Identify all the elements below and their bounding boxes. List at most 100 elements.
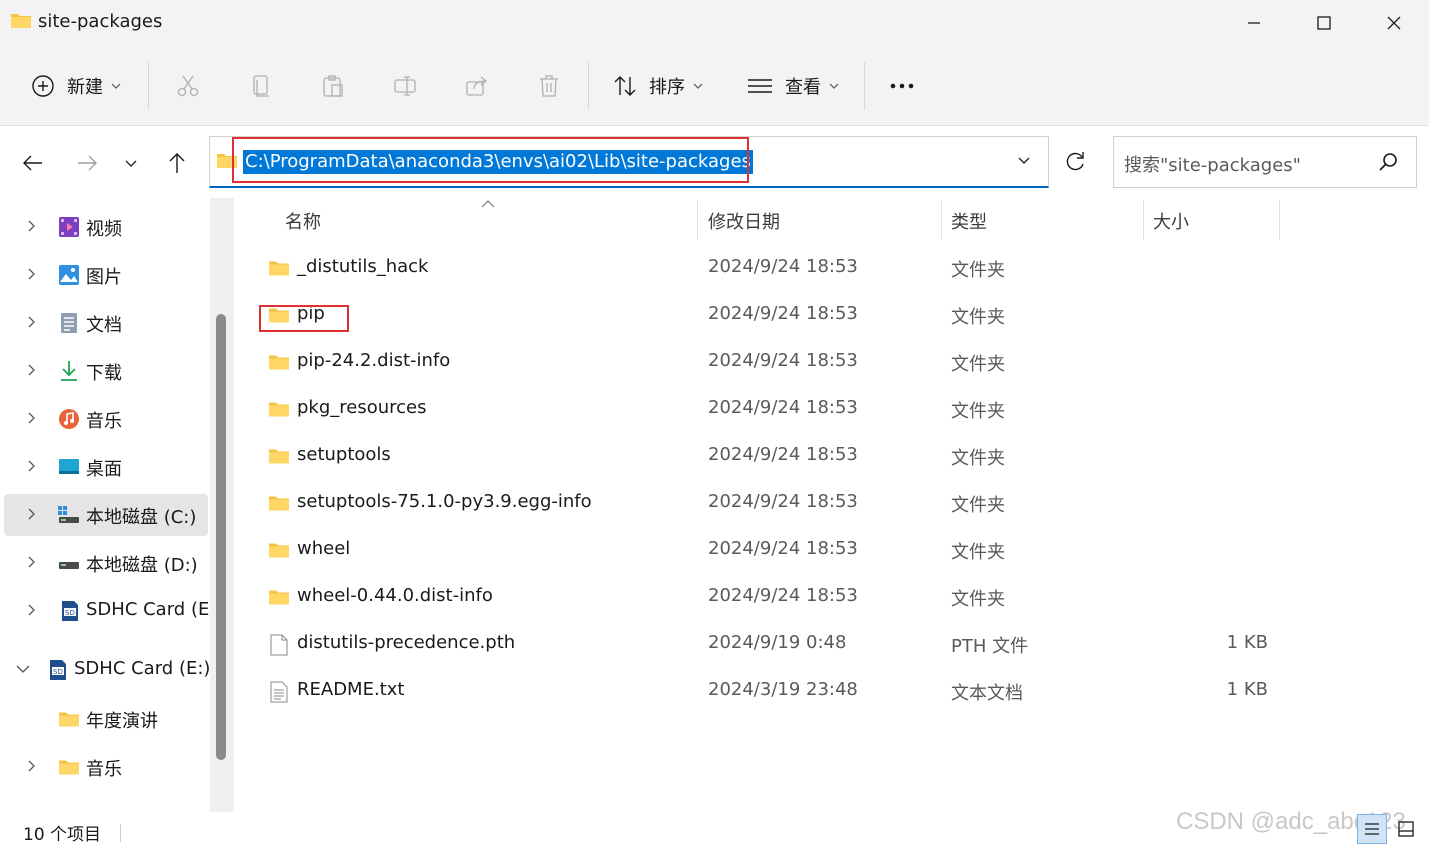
item-count: 10 个项目 xyxy=(23,825,102,845)
paste-button[interactable] xyxy=(321,68,345,104)
command-bar: 新建 排序 查看 xyxy=(0,46,1429,126)
folder-icon xyxy=(268,541,290,559)
back-button[interactable] xyxy=(18,148,48,178)
view-label: 查看 xyxy=(785,77,821,98)
chevron-right-icon[interactable] xyxy=(26,363,36,377)
sidebar-item-music-folder[interactable]: 音乐 xyxy=(4,746,208,788)
sort-icon xyxy=(614,76,636,96)
file-row[interactable]: pkg_resources 2024/9/24 18:53 文件夹 xyxy=(235,387,1429,434)
minimize-icon xyxy=(1248,22,1260,24)
file-type: 文件夹 xyxy=(951,495,1005,516)
sidebar-item-pictures[interactable]: 图片 xyxy=(4,254,208,296)
text-file-icon xyxy=(270,681,292,703)
chevron-right-icon[interactable] xyxy=(26,459,36,473)
sidebar-item-label: 本地磁盘 (D:) xyxy=(86,555,198,576)
file-name: setuptools-75.1.0-py3.9.egg-info xyxy=(297,491,592,512)
chevron-right-icon[interactable] xyxy=(26,555,36,569)
file-row[interactable]: README.txt 2024/3/19 23:48 文本文档 1 KB xyxy=(235,669,1429,716)
chevron-right-icon[interactable] xyxy=(26,759,36,773)
column-header-date[interactable]: 修改日期 xyxy=(708,208,780,234)
recent-locations-button[interactable] xyxy=(116,148,146,178)
more-options-button[interactable] xyxy=(889,68,917,104)
details-view-button[interactable] xyxy=(1357,814,1387,844)
maximize-button[interactable] xyxy=(1289,0,1359,46)
column-divider[interactable] xyxy=(1279,200,1280,240)
delete-button[interactable] xyxy=(537,68,561,104)
file-row[interactable]: pip 2024/9/24 18:53 文件夹 xyxy=(235,293,1429,340)
file-date: 2024/3/19 23:48 xyxy=(708,679,858,700)
file-list: 名称 修改日期 类型 大小 _distutils_hack 2024/9/24 1… xyxy=(235,198,1429,812)
file-name: wheel xyxy=(297,538,351,559)
sidebar-item-videos[interactable]: 视频 xyxy=(4,206,208,248)
cut-button[interactable] xyxy=(176,68,200,104)
address-highlight-box xyxy=(232,137,749,183)
file-row[interactable]: setuptools-75.1.0-py3.9.egg-info 2024/9/2… xyxy=(235,481,1429,528)
sidebar-item-annual-speech[interactable]: 年度演讲 xyxy=(4,698,208,740)
search-placeholder[interactable]: 搜索"site-packages" xyxy=(1124,151,1301,177)
column-header-type[interactable]: 类型 xyxy=(951,208,987,234)
column-divider[interactable] xyxy=(1143,200,1144,240)
close-icon xyxy=(1387,16,1401,30)
up-button[interactable] xyxy=(162,148,192,178)
sidebar-scrollbar-thumb[interactable] xyxy=(216,314,226,760)
new-label: 新建 xyxy=(67,77,103,98)
rename-button[interactable] xyxy=(393,68,417,104)
column-divider[interactable] xyxy=(697,200,698,240)
sidebar-item-music[interactable]: 音乐 xyxy=(4,398,208,440)
chevron-right-icon[interactable] xyxy=(26,507,36,521)
sidebar-item-downloads[interactable]: 下载 xyxy=(4,350,208,392)
minimize-button[interactable] xyxy=(1219,0,1289,46)
sidebar-item-documents[interactable]: 文档 xyxy=(4,302,208,344)
folder-icon xyxy=(59,712,79,727)
copy-button[interactable] xyxy=(249,68,273,104)
sidebar-item-sdhc-card[interactable]: SD SDHC Card (E: xyxy=(4,590,215,632)
chevron-down-icon[interactable] xyxy=(16,664,30,674)
svg-text:SD: SD xyxy=(65,609,75,617)
chevron-right-icon[interactable] xyxy=(26,315,36,329)
sidebar-item-local-disk-d[interactable]: 本地磁盘 (D:) xyxy=(4,542,208,584)
file-type: 文件夹 xyxy=(951,260,1005,281)
sidebar-item-desktop[interactable]: 桌面 xyxy=(4,446,208,488)
sidebar-item-sdhc-card-expanded[interactable]: SD SDHC Card (E:) xyxy=(4,649,210,691)
title-bar: site-packages xyxy=(0,0,1429,46)
file-type: 文件夹 xyxy=(951,307,1005,328)
refresh-button[interactable] xyxy=(1050,136,1100,188)
chevron-right-icon[interactable] xyxy=(26,603,36,617)
search-icon[interactable] xyxy=(1378,152,1398,172)
file-row[interactable]: distutils-precedence.pth 2024/9/19 0:48 PT… xyxy=(235,622,1429,669)
file-row[interactable]: _distutils_hack 2024/9/24 18:53 文件夹 xyxy=(235,246,1429,293)
new-button[interactable]: 新建 xyxy=(31,68,121,104)
file-row[interactable]: wheel-0.44.0.dist-info 2024/9/24 18:53 文件夹 xyxy=(235,575,1429,622)
file-type: 文件夹 xyxy=(951,589,1005,610)
plus-circle-icon xyxy=(32,75,54,97)
file-date: 2024/9/24 18:53 xyxy=(708,444,858,465)
tiles-view-button[interactable] xyxy=(1391,814,1421,844)
trash-icon xyxy=(540,75,558,97)
sort-button[interactable]: 排序 xyxy=(613,68,703,104)
arrow-right-icon xyxy=(78,155,97,171)
column-header-size[interactable]: 大小 xyxy=(1153,208,1189,234)
chevron-right-icon[interactable] xyxy=(26,219,36,233)
chevron-right-icon[interactable] xyxy=(26,411,36,425)
chevron-right-icon[interactable] xyxy=(26,267,36,281)
share-button[interactable] xyxy=(465,68,489,104)
sidebar-item-local-disk-c[interactable]: 本地磁盘 (C:) xyxy=(4,494,208,536)
sidebar-item-label: 年度演讲 xyxy=(86,711,158,732)
forward-button[interactable] xyxy=(72,148,102,178)
copy-icon xyxy=(253,75,269,97)
tiles-view-icon xyxy=(1398,821,1414,837)
search-box[interactable]: 搜索"site-packages" xyxy=(1113,136,1417,188)
chevron-down-icon[interactable] xyxy=(1018,155,1030,165)
view-button[interactable]: 查看 xyxy=(747,68,839,104)
file-type: PTH 文件 xyxy=(951,636,1029,657)
column-header-name[interactable]: 名称 xyxy=(285,208,321,234)
maximize-icon xyxy=(1317,16,1331,30)
file-row[interactable]: pip-24.2.dist-info 2024/9/24 18:53 文件夹 xyxy=(235,340,1429,387)
column-divider[interactable] xyxy=(941,200,942,240)
file-row[interactable]: wheel 2024/9/24 18:53 文件夹 xyxy=(235,528,1429,575)
file-row[interactable]: setuptools 2024/9/24 18:53 文件夹 xyxy=(235,434,1429,481)
sidebar-item-label: 下载 xyxy=(86,363,122,384)
close-button[interactable] xyxy=(1359,0,1429,46)
sidebar-item-label: SDHC Card (E: xyxy=(86,599,216,620)
clipboard-icon xyxy=(323,75,343,97)
